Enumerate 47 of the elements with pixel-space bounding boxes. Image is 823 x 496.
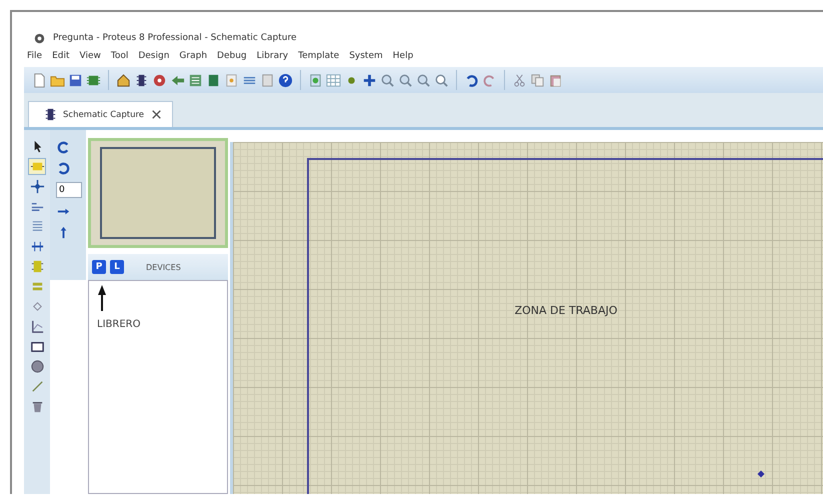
tool-button[interactable]: [28, 178, 46, 195]
copy-icon[interactable]: [530, 72, 545, 88]
menu-item[interactable]: Debug: [217, 51, 247, 65]
menu-item[interactable]: File: [27, 51, 42, 65]
rotate-counterclockwise-icon[interactable]: [56, 161, 71, 176]
subcircuit-icon: [30, 259, 44, 274]
line-icon: [30, 379, 44, 394]
paste-icon[interactable]: [548, 72, 563, 88]
graph-icon: [30, 319, 44, 334]
annotation-text: LIBRERO: [97, 319, 142, 330]
undo-icon[interactable]: [464, 72, 479, 88]
help-icon[interactable]: [278, 72, 293, 88]
menu-item[interactable]: Help: [392, 51, 414, 65]
devices-title: DEVICES: [146, 262, 181, 272]
tab[interactable]: Schematic Capture: [28, 101, 174, 127]
save-icon[interactable]: [68, 72, 83, 88]
menu-item[interactable]: Template: [298, 51, 340, 65]
rotation-field[interactable]: 0: [56, 182, 82, 198]
bus-icon: [30, 239, 44, 254]
zoom-all-icon[interactable]: [416, 72, 431, 88]
zoom-area-icon[interactable]: [434, 72, 449, 88]
library-button[interactable]: P: [92, 260, 106, 274]
canvas-annotation: ZONA DE TRABAJO: [514, 304, 618, 316]
origin-marker-icon: [757, 470, 765, 478]
menu-item[interactable]: Library: [256, 51, 288, 65]
new-file-icon[interactable]: [32, 72, 47, 88]
menu-item[interactable]: System: [349, 51, 383, 65]
zoom-in-icon[interactable]: [380, 72, 395, 88]
rotate-clockwise-icon[interactable]: [56, 140, 71, 155]
scissors-icon[interactable]: [512, 72, 527, 88]
grid-icon[interactable]: [326, 72, 341, 88]
component-icon[interactable]: [134, 72, 149, 88]
menu-item[interactable]: View: [80, 51, 101, 65]
menu-item[interactable]: Tool: [110, 51, 128, 65]
window-title: Pregunta - Proteus 8 Professional - Schematic Capture: [53, 33, 296, 43]
menu-item[interactable]: Edit: [52, 51, 70, 65]
page-icon[interactable]: [224, 72, 239, 88]
circle-icon: [30, 359, 44, 374]
junction-icon: [30, 179, 44, 194]
library-button[interactable]: L: [110, 260, 124, 274]
house-icon[interactable]: [116, 72, 131, 88]
zoom-out-icon[interactable]: [398, 72, 413, 88]
menu-item[interactable]: Design: [138, 51, 170, 65]
menu-item[interactable]: Graph: [179, 51, 208, 65]
up-arrow-icon: [97, 285, 107, 311]
rectangle-icon: [30, 339, 44, 354]
component-icon: [43, 107, 58, 122]
